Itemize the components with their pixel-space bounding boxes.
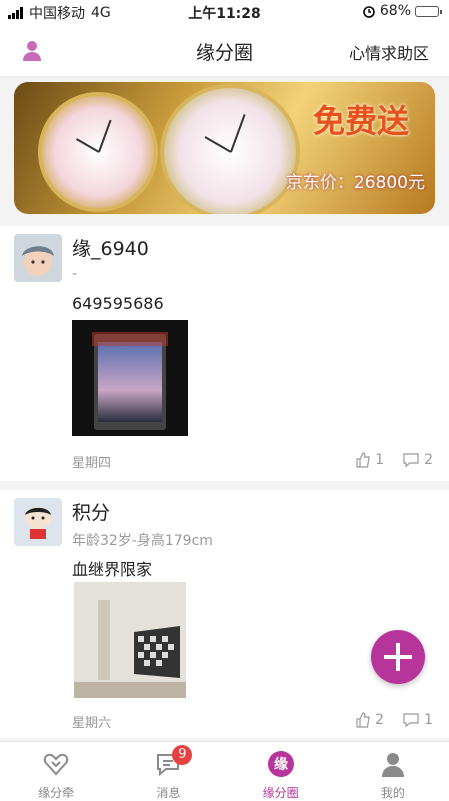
post-image[interactable] [74, 582, 186, 698]
comment-icon [403, 713, 419, 728]
person-icon [381, 753, 404, 777]
comment-count: 2 [424, 452, 433, 468]
comment-icon [403, 453, 419, 468]
watch-image [38, 92, 158, 212]
yuan-glyph: 缘 [274, 756, 288, 773]
avatar[interactable] [14, 234, 62, 282]
tab-label: 缘分牵 [38, 786, 75, 800]
post-day: 星期六 [72, 716, 112, 731]
thumbs-up-icon [356, 452, 370, 468]
mood-help-link[interactable]: 心情求助区 [349, 40, 429, 64]
tab-messages[interactable]: 9 消息 [112, 742, 224, 801]
post-info: 年龄32岁-身高179cm [72, 533, 213, 549]
like-count: 1 [375, 452, 385, 468]
post-info: - [72, 266, 78, 282]
like-button[interactable]: 2 [355, 712, 384, 728]
tab-yuanfenqian[interactable]: 缘分牵 [0, 742, 112, 801]
comment-count: 1 [424, 712, 433, 728]
unread-badge: 9 [172, 745, 193, 765]
like-count: 2 [375, 712, 385, 728]
watch-image [160, 84, 300, 214]
thumbs-up-icon [356, 712, 370, 728]
battery-percent: 68% [379, 3, 411, 19]
post-card[interactable]: 积分 年龄32岁-身高179cm 血继界限家 星期六 2 1 [0, 490, 449, 738]
post-text: 血继界限家 [72, 560, 153, 579]
comment-button[interactable]: 2 [402, 452, 433, 468]
post-author: 积分 [72, 502, 111, 524]
heart-bracket-icon [43, 753, 69, 776]
post-card[interactable]: 缘_6940 - 649595686 星期四 1 2 [0, 226, 449, 481]
price-text: 京东价：26800元 [285, 173, 425, 193]
alarm-icon [363, 6, 375, 18]
like-button[interactable]: 1 [355, 452, 384, 468]
promo-text: 免费送 [312, 102, 409, 140]
status-bar: 中国移动 4G 上午11:28 68% [0, 0, 449, 24]
battery-icon [415, 5, 442, 17]
avatar[interactable] [14, 498, 62, 546]
yuan-circle-icon: 缘 [267, 751, 294, 777]
tab-label: 我的 [380, 786, 405, 800]
tab-mine[interactable]: 我的 [337, 742, 449, 801]
post-day: 星期四 [72, 456, 112, 471]
comment-button[interactable]: 1 [402, 712, 433, 728]
tab-bar: 缘分牵 9 消息 缘 缘分圈 我的 [0, 741, 449, 801]
nav-bar: 缘分圈 心情求助区 [0, 24, 449, 77]
post-text: 649595686 [72, 294, 164, 313]
add-post-button[interactable] [371, 630, 425, 684]
tab-label: 消息 [156, 786, 181, 800]
post-image[interactable] [72, 320, 188, 436]
tab-label: 缘分圈 [262, 786, 299, 800]
post-author: 缘_6940 [72, 238, 149, 260]
tab-yuanfenquan[interactable]: 缘 缘分圈 [225, 742, 337, 801]
ad-banner[interactable]: 免费送 京东价：26800元 [14, 82, 435, 214]
